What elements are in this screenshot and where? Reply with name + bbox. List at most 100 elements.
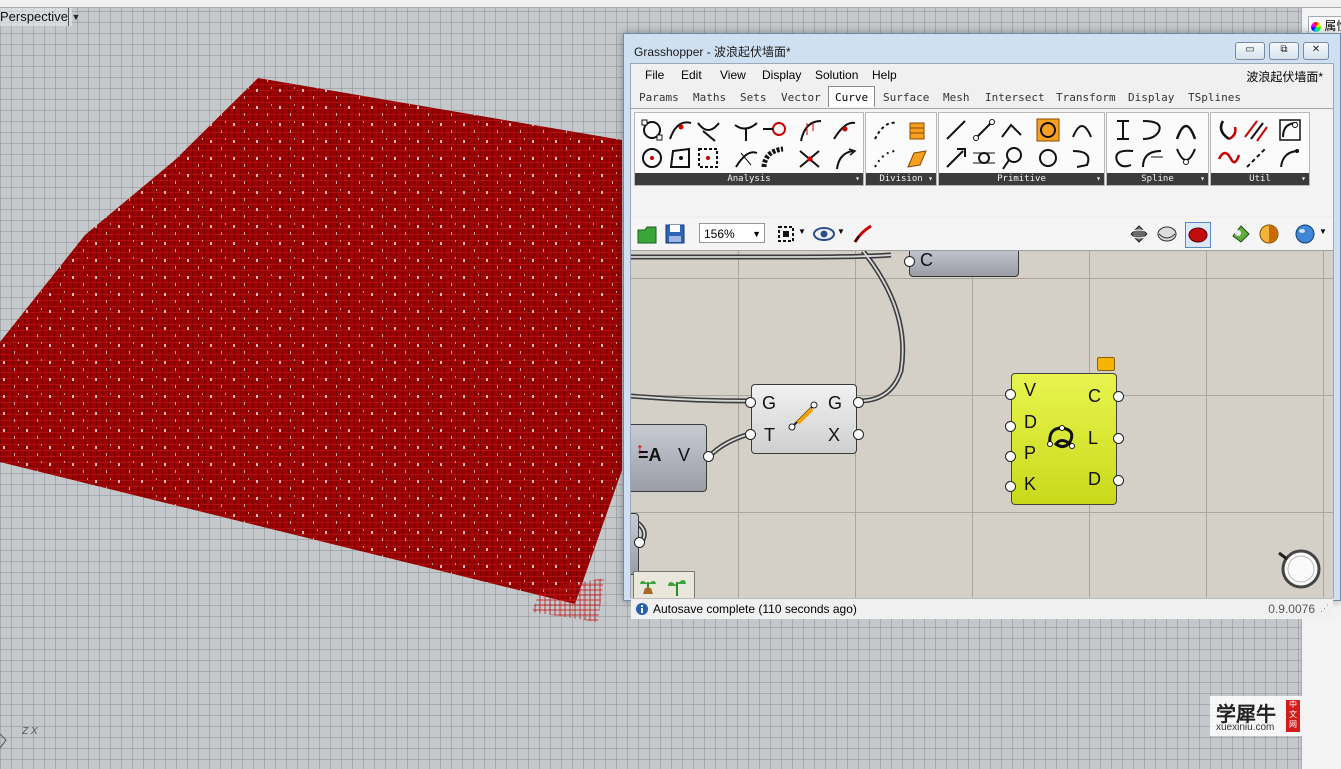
input-grip[interactable] (745, 429, 756, 440)
preview-selected-icon[interactable] (1185, 222, 1211, 248)
contour-ex-icon[interactable] (904, 145, 930, 171)
extend-curve-icon[interactable] (1277, 145, 1303, 171)
resize-grip-icon[interactable]: ⋰ (1320, 603, 1329, 614)
curve-side-icon[interactable] (733, 117, 759, 143)
arc-3pt-icon[interactable] (1069, 145, 1095, 171)
tab-maths[interactable]: Maths (693, 91, 726, 104)
offset-curve-icon[interactable] (1243, 117, 1269, 143)
tangent-lines-icon[interactable] (971, 145, 997, 171)
discontinuity-icon[interactable] (831, 117, 857, 143)
tab-surface[interactable]: Surface (883, 91, 929, 104)
area-icon[interactable] (667, 145, 693, 171)
navigation-compass-icon[interactable] (1273, 547, 1323, 591)
arc-segment-icon[interactable] (761, 145, 787, 171)
line-2pt-icon[interactable] (971, 117, 997, 143)
restore-button[interactable]: ⧉ (1269, 42, 1299, 60)
output-grip[interactable] (703, 451, 714, 462)
polyline-icon[interactable] (999, 117, 1025, 143)
open-file-icon[interactable] (635, 222, 659, 246)
sprout-icon[interactable] (666, 574, 688, 596)
tab-transform[interactable]: Transform (1056, 91, 1116, 104)
chevron-down-icon[interactable]: ▼ (1319, 227, 1327, 236)
nurbs-curve-icon[interactable] (1173, 117, 1199, 143)
input-grip[interactable] (1005, 389, 1016, 400)
save-file-icon[interactable] (663, 222, 687, 246)
close-button[interactable]: ✕ (1303, 42, 1329, 60)
input-grip[interactable] (1005, 421, 1016, 432)
output-grip[interactable] (1113, 475, 1124, 486)
tab-params[interactable]: Params (639, 91, 679, 104)
divide-curve-icon[interactable] (872, 117, 898, 143)
zoom-level-select[interactable]: 156% ▼ (699, 223, 765, 243)
contour-icon[interactable] (904, 117, 930, 143)
bezier-span-icon[interactable] (1111, 145, 1137, 171)
evaluate-length-icon[interactable] (733, 145, 759, 171)
input-grip[interactable] (904, 256, 915, 267)
divide-length-icon[interactable] (872, 145, 898, 171)
tab-tsplines[interactable]: TSplines (1188, 91, 1241, 104)
menu-display[interactable]: Display (762, 68, 801, 82)
tab-display[interactable]: Display (1128, 91, 1174, 104)
chevron-down-icon[interactable]: ▼ (798, 227, 806, 236)
tab-intersect[interactable]: Intersect (985, 91, 1045, 104)
partial-component[interactable]: C (909, 251, 1019, 277)
curve-frames-icon[interactable] (695, 117, 721, 143)
sketch-pen-icon[interactable] (851, 222, 875, 246)
grasshopper-window[interactable]: Grasshopper - 波浪起伏墙面* ▭ ⧉ ✕ File Edit Vi… (623, 33, 1341, 619)
sprout-root-icon[interactable] (637, 574, 659, 596)
interpolate-icon[interactable] (1111, 117, 1137, 143)
graph-mapper-component[interactable]: G T G X (751, 384, 857, 454)
minimize-button[interactable]: ▭ (1235, 42, 1265, 60)
menu-edit[interactable]: Edit (681, 68, 702, 82)
line-sdl-icon[interactable] (943, 145, 969, 171)
zoom-extents-icon[interactable] (774, 222, 798, 246)
cluster-icon[interactable] (1229, 222, 1253, 246)
chevron-down-icon[interactable]: ▼ (837, 227, 845, 236)
join-curves-icon[interactable] (1215, 117, 1241, 143)
output-grip[interactable] (1113, 433, 1124, 444)
circle-icon[interactable] (1035, 145, 1061, 171)
menu-view[interactable]: View (720, 68, 746, 82)
parameter-component[interactable]: =A ↑ V (631, 424, 707, 492)
curve-component[interactable]: V D P K C L D (1011, 373, 1117, 505)
fit-line-icon[interactable] (999, 145, 1025, 171)
fillet-icon[interactable] (1277, 117, 1303, 143)
circle-cnr-icon[interactable] (1035, 117, 1061, 143)
curve-closest-point-icon[interactable] (667, 117, 693, 143)
arc-icon[interactable] (1069, 117, 1095, 143)
grasshopper-canvas[interactable]: C G T G X =A ↑ V V D P K C L D (631, 251, 1333, 598)
curvature-icon[interactable] (797, 117, 823, 143)
output-grip[interactable] (853, 397, 864, 408)
kinky-curve-icon[interactable] (1139, 117, 1165, 143)
tab-curve[interactable]: Curve (828, 86, 876, 107)
globe-icon[interactable] (1293, 222, 1317, 246)
segment-lengths-icon[interactable] (831, 145, 857, 171)
deconstruct-icon[interactable] (797, 145, 823, 171)
flip-curve-icon[interactable] (1215, 145, 1241, 171)
input-grip[interactable] (1005, 481, 1016, 492)
tangent-curve-icon[interactable] (1139, 145, 1165, 171)
tab-sets[interactable]: Sets (740, 91, 767, 104)
line-icon[interactable] (943, 117, 969, 143)
preview-wireframe-icon[interactable] (1127, 222, 1151, 246)
preview-shaded-icon[interactable] (1155, 222, 1179, 246)
menu-help[interactable]: Help (872, 68, 897, 82)
input-grip[interactable] (1005, 451, 1016, 462)
bounding-box-icon[interactable] (695, 145, 721, 171)
polygon-center-icon[interactable] (639, 145, 665, 171)
menu-solution[interactable]: Solution (815, 68, 858, 82)
material-sphere-icon[interactable] (1257, 222, 1281, 246)
warning-balloon-icon[interactable] (1097, 357, 1115, 371)
polyarc-icon[interactable] (1173, 145, 1199, 171)
explode-icon[interactable] (1243, 145, 1269, 171)
input-grip[interactable] (745, 397, 756, 408)
control-points-icon[interactable] (639, 117, 665, 143)
output-grip[interactable] (634, 537, 645, 548)
menu-file[interactable]: File (645, 68, 664, 82)
chevron-down-icon[interactable]: ▼ (68, 8, 83, 26)
output-grip[interactable] (1113, 391, 1124, 402)
tab-mesh[interactable]: Mesh (943, 91, 970, 104)
document-name[interactable]: 波浪起伏墙面* (1246, 68, 1323, 85)
viewport-title[interactable]: Perspective (0, 8, 72, 26)
tab-vector[interactable]: Vector (781, 91, 821, 104)
